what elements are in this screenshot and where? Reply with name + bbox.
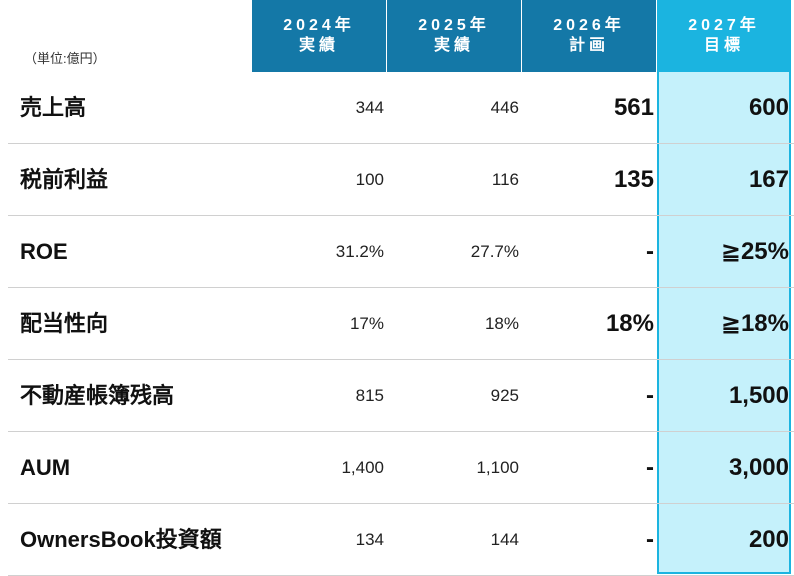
header-2027: 2027年 目標 [657, 0, 791, 72]
cell-y2027: ≧18% [720, 310, 789, 337]
cell-y2026: 561 [613, 94, 654, 121]
cell-y2027: 200 [748, 526, 789, 553]
row-label: ROE [20, 239, 68, 264]
row-label: OwnersBook投資額 [20, 527, 222, 552]
header-2027-year: 2027年 [688, 17, 760, 34]
row-label: AUM [20, 455, 71, 480]
cell-y2026: - [646, 454, 654, 481]
header-2024-kind: 実績 [298, 37, 339, 54]
row-label: 売上高 [20, 95, 87, 120]
cell-y2024: 31.2% [335, 242, 384, 261]
cell-y2027: 1,500 [728, 382, 789, 409]
header-2024: 2024年 実績 [252, 0, 386, 72]
cell-y2025: 925 [490, 386, 519, 405]
header-2026-year: 2026年 [553, 17, 625, 34]
cell-y2027: 167 [748, 166, 789, 193]
cell-y2025: 27.7% [470, 242, 519, 261]
header-2027-kind: 目標 [703, 37, 744, 54]
cell-y2026: - [646, 382, 654, 409]
cell-y2024: 100 [355, 170, 384, 189]
cell-y2027: 3,000 [728, 454, 789, 481]
cell-y2024: 17% [349, 314, 384, 333]
header-2025: 2025年 実績 [387, 0, 521, 72]
header-2026: 2026年 計画 [522, 0, 656, 72]
table-row: 売上高 344 446 561 600 [8, 72, 794, 144]
cell-y2026: 18% [605, 310, 654, 337]
table-row: 配当性向 17% 18% 18% ≧18% [8, 288, 794, 360]
cell-y2027: ≧25% [720, 238, 789, 265]
table-row: ROE 31.2% 27.7% - ≧25% [8, 216, 794, 288]
cell-y2024: 815 [355, 386, 384, 405]
cell-y2025: 144 [490, 530, 519, 549]
table-row: 税前利益 100 116 135 167 [8, 144, 794, 216]
header-2024-year: 2024年 [283, 17, 355, 34]
header-2026-kind: 計画 [568, 37, 609, 54]
cell-y2025: 1,100 [476, 458, 519, 477]
row-label: 配当性向 [20, 311, 109, 336]
cell-y2027: 600 [748, 94, 789, 121]
header-2025-kind: 実績 [433, 37, 474, 54]
table-row: OwnersBook投資額 134 144 - 200 [8, 504, 794, 576]
cell-y2025: 446 [490, 98, 519, 117]
cell-y2024: 134 [355, 530, 384, 549]
cell-y2026: 135 [613, 166, 654, 193]
cell-y2026: - [646, 238, 654, 265]
cell-y2026: - [646, 526, 654, 553]
row-label: 不動産帳簿残高 [20, 383, 175, 408]
cell-y2025: 116 [491, 170, 519, 189]
cell-y2025: 18% [484, 314, 519, 333]
cell-y2024: 1,400 [341, 458, 384, 477]
table-row: AUM 1,400 1,100 - 3,000 [8, 432, 794, 504]
table-row: 不動産帳簿残高 815 925 - 1,500 [8, 360, 794, 432]
row-label: 税前利益 [20, 167, 109, 192]
header-2025-year: 2025年 [418, 17, 490, 34]
unit-label: （単位:億円） [24, 51, 106, 66]
cell-y2024: 344 [355, 98, 384, 117]
